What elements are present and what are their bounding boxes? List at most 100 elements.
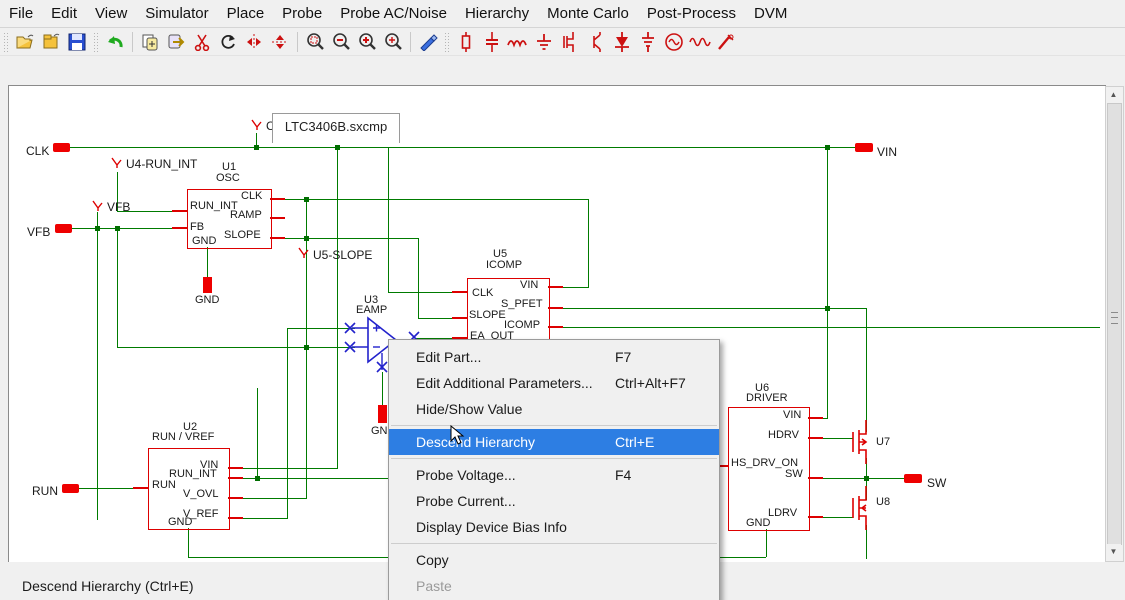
undo-icon[interactable] — [103, 30, 127, 54]
pin[interactable] — [172, 227, 187, 229]
wire[interactable] — [337, 147, 338, 468]
toolbar-grip[interactable] — [3, 32, 9, 52]
wire[interactable] — [270, 199, 588, 200]
zoom-area-icon[interactable] — [381, 30, 405, 54]
pin[interactable] — [172, 210, 187, 212]
context-menu-item-descend-hierarchy[interactable]: Descend Hierarchy Ctrl+E — [389, 429, 719, 455]
zoom-in-icon[interactable] — [355, 30, 379, 54]
scroll-up-arrow[interactable]: ▲ — [1106, 87, 1121, 102]
gnd-terminal[interactable] — [203, 277, 212, 293]
wire[interactable] — [257, 388, 258, 478]
net-label[interactable]: U4-RUN_INT — [126, 157, 197, 171]
vertical-scrollbar[interactable]: ▲ ▼ — [1105, 86, 1124, 562]
pin[interactable] — [808, 437, 823, 439]
menu-view[interactable]: View — [86, 1, 136, 27]
wire[interactable] — [388, 292, 454, 293]
context-menu-item-edit-additional-parameters[interactable]: Edit Additional Parameters... Ctrl+Alt+F… — [389, 370, 719, 396]
pin[interactable] — [270, 198, 285, 200]
pin[interactable] — [808, 477, 823, 479]
terminal-sw[interactable] — [904, 474, 922, 483]
place-inductor-icon[interactable] — [506, 30, 530, 54]
place-ac-source-icon[interactable] — [662, 30, 686, 54]
wire[interactable] — [97, 228, 98, 520]
context-menu-item-probe-current[interactable]: Probe Current... — [389, 488, 719, 514]
pin[interactable] — [548, 307, 563, 309]
pin[interactable] — [270, 237, 285, 239]
wire[interactable] — [588, 199, 589, 287]
component-u8-mosfet[interactable] — [846, 486, 872, 530]
menu-simulator[interactable]: Simulator — [136, 1, 217, 27]
wire[interactable] — [188, 528, 189, 557]
mirror-horizontal-icon[interactable] — [242, 30, 266, 54]
pin[interactable] — [270, 217, 285, 219]
paste-icon[interactable] — [164, 30, 188, 54]
wire[interactable] — [287, 328, 288, 518]
save-icon[interactable] — [65, 30, 89, 54]
pin[interactable] — [228, 497, 243, 499]
copy-icon[interactable] — [138, 30, 162, 54]
pin[interactable] — [452, 317, 467, 319]
wire[interactable] — [548, 308, 866, 309]
menu-monte-carlo[interactable]: Monte Carlo — [538, 1, 638, 27]
pin[interactable] — [133, 487, 148, 489]
wire[interactable] — [766, 529, 767, 557]
menu-probe-ac-noise[interactable]: Probe AC/Noise — [331, 1, 456, 27]
mirror-vertical-icon[interactable] — [268, 30, 292, 54]
place-diode-icon[interactable] — [610, 30, 634, 54]
terminal-clk[interactable] — [53, 143, 70, 152]
tab-ltc3406b-component[interactable]: LTC3406B.sxcmp — [272, 113, 400, 143]
open-folder-icon[interactable] — [39, 30, 63, 54]
context-menu-item-edit-part[interactable]: Edit Part... F7 — [389, 344, 719, 370]
terminal-vfb[interactable] — [55, 224, 72, 233]
wire[interactable] — [207, 247, 208, 277]
wire[interactable] — [70, 147, 857, 148]
wire[interactable] — [418, 238, 419, 318]
place-waveform-source-icon[interactable] — [688, 30, 712, 54]
place-probe-icon[interactable] — [714, 30, 738, 54]
place-capacitor-icon[interactable] — [480, 30, 504, 54]
wire[interactable] — [388, 147, 389, 292]
pin[interactable] — [548, 326, 563, 328]
context-menu-item-display-device-bias-info[interactable]: Display Device Bias Info — [389, 514, 719, 540]
pin[interactable] — [548, 286, 563, 288]
pin[interactable] — [228, 467, 243, 469]
place-pnp-icon[interactable] — [584, 30, 608, 54]
pin[interactable] — [452, 291, 467, 293]
zoom-fit-icon[interactable] — [303, 30, 327, 54]
context-menu-item-hide-show-value[interactable]: Hide/Show Value — [389, 396, 719, 422]
terminal-run[interactable] — [62, 484, 79, 493]
wire-pencil-icon[interactable] — [416, 30, 440, 54]
toolbar-grip[interactable] — [444, 32, 450, 52]
place-ground-icon[interactable] — [532, 30, 556, 54]
gnd-terminal[interactable] — [378, 405, 387, 423]
open-schematic-icon[interactable] — [13, 30, 37, 54]
net-label[interactable]: VFB — [107, 200, 130, 214]
terminal-vin[interactable] — [855, 143, 873, 152]
pin[interactable] — [228, 477, 243, 479]
wire[interactable] — [228, 468, 338, 469]
wire[interactable] — [827, 147, 828, 418]
menu-place[interactable]: Place — [218, 1, 274, 27]
component-u7-mosfet[interactable] — [846, 420, 872, 464]
menu-file[interactable]: File — [0, 1, 42, 27]
menu-post-process[interactable]: Post-Process — [638, 1, 745, 27]
cut-icon[interactable] — [190, 30, 214, 54]
menu-probe[interactable]: Probe — [273, 1, 331, 27]
menu-hierarchy[interactable]: Hierarchy — [456, 1, 538, 27]
wire[interactable] — [117, 347, 355, 348]
place-resistor-icon[interactable] — [454, 30, 478, 54]
wire[interactable] — [70, 228, 173, 229]
pin[interactable] — [228, 517, 243, 519]
scroll-down-arrow[interactable]: ▼ — [1106, 544, 1121, 559]
scrollbar-thumb[interactable] — [1107, 103, 1122, 545]
pin[interactable] — [808, 417, 823, 419]
wire[interactable] — [117, 228, 118, 347]
context-menu-item-copy[interactable]: Copy — [389, 547, 719, 573]
pin[interactable] — [808, 516, 823, 518]
net-label[interactable]: U5-SLOPE — [313, 248, 372, 262]
place-nmos-icon[interactable] — [558, 30, 582, 54]
rotate-icon[interactable] — [216, 30, 240, 54]
context-menu-item-probe-voltage[interactable]: Probe Voltage... F4 — [389, 462, 719, 488]
toolbar-grip[interactable] — [93, 32, 99, 52]
wire[interactable] — [866, 525, 867, 559]
